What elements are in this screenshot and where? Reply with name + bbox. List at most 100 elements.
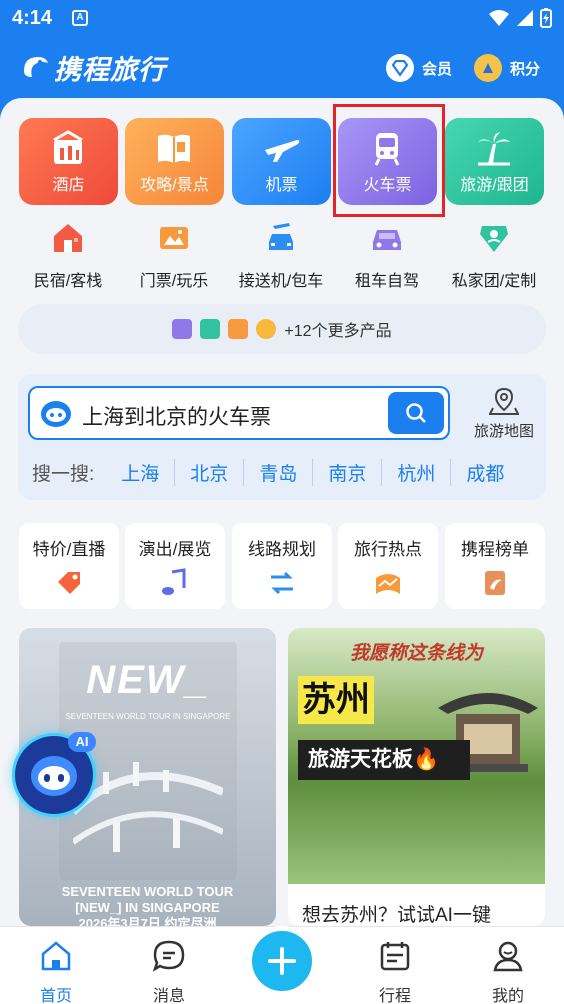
- guide-book-icon: [158, 134, 190, 163]
- plus-icon: [268, 947, 296, 975]
- tile-guide-label: 攻略/景点: [140, 177, 209, 194]
- tile-tour-label: 旅游/跟团: [460, 177, 529, 194]
- tab-profile[interactable]: 我的: [473, 939, 543, 1004]
- tab-home[interactable]: 首页: [21, 939, 91, 1004]
- hot-city-link[interactable]: 成都: [451, 459, 519, 486]
- travel-map-label: 旅游地图: [473, 423, 534, 440]
- hot-city-link[interactable]: 北京: [175, 458, 245, 486]
- ticket-icon: [160, 227, 188, 249]
- member-label: 会员: [422, 60, 453, 78]
- brand-name: 携程旅行: [54, 55, 166, 85]
- tile-guide[interactable]: 攻略/景点: [125, 118, 224, 205]
- hot-search-row: 搜一搜: 上海 北京 青岛 南京 杭州 成都: [32, 458, 542, 486]
- train-highlight-box: [333, 104, 445, 217]
- home-icon: [41, 941, 71, 971]
- feature-route-planning[interactable]: 线路规划: [232, 523, 332, 609]
- item-private-tour[interactable]: 私家团/定制: [439, 220, 549, 291]
- search-icon: [406, 403, 426, 423]
- airplane-icon: [265, 140, 300, 162]
- tile-flight-label: 机票: [265, 177, 298, 194]
- item-car-rental-label: 租车自驾: [354, 273, 419, 290]
- tab-home-label: 首页: [39, 988, 72, 1004]
- tile-hotel-label: 酒店: [52, 177, 85, 194]
- transfer-car-icon: [269, 223, 293, 250]
- ai-robot-icon: [31, 756, 77, 796]
- hot-city-link[interactable]: 上海: [106, 458, 176, 486]
- rental-car-icon: [373, 230, 401, 250]
- tile-hotel[interactable]: 酒店: [19, 118, 118, 205]
- suzhou-overlay-sub: 旅游天花板🔥: [298, 740, 470, 780]
- feature-travel-trends[interactable]: 旅行热点: [338, 523, 438, 609]
- suzhou-garden-image: 我愿称这条线为 苏州 旅游天花板🔥: [288, 628, 545, 884]
- tile-flight[interactable]: 机票: [232, 118, 331, 205]
- search-button[interactable]: [388, 392, 444, 434]
- feature-deals-live-label: 特价/直播: [32, 540, 106, 559]
- item-tickets-label: 门票/玩乐: [139, 273, 209, 290]
- hot-city-link[interactable]: 杭州: [382, 458, 452, 486]
- homestay-icon: [54, 224, 82, 252]
- tab-profile-label: 我的: [491, 988, 524, 1004]
- member-button[interactable]: 会员: [386, 54, 452, 82]
- feature-travel-trends-label: 旅行热点: [354, 540, 422, 559]
- item-homestay-label: 民宿/客栈: [33, 273, 103, 290]
- item-transfer[interactable]: 接送机/包车: [226, 220, 336, 291]
- content-card-suzhou[interactable]: 我愿称这条线为 苏州 旅游天花板🔥 想去苏州？试试AI一键: [288, 628, 545, 926]
- bag-mini-icon: [228, 319, 249, 339]
- wifi-icon: [489, 10, 509, 26]
- poster-subtitle: SEVENTEEN WORLD TOUR IN SINGAPORE: [65, 712, 231, 721]
- route-icon: [271, 571, 293, 595]
- tab-itinerary-label: 行程: [378, 988, 411, 1004]
- palm-tree-icon: [478, 132, 510, 166]
- bus-mini-icon: [172, 319, 193, 339]
- feature-shows[interactable]: 演出/展览: [125, 523, 225, 609]
- item-tickets[interactable]: 门票/玩乐: [119, 220, 229, 291]
- item-private-tour-label: 私家团/定制: [451, 273, 537, 290]
- diamond-icon: [386, 54, 414, 82]
- points-button[interactable]: 积分: [474, 54, 540, 82]
- search-input[interactable]: 上海到北京的火车票: [28, 386, 450, 440]
- poster-figures-graphic: [73, 762, 223, 852]
- feature-rankings-label: 携程榜单: [461, 540, 529, 559]
- item-homestay[interactable]: 民宿/客栈: [13, 220, 123, 291]
- create-plus-button[interactable]: [247, 926, 317, 996]
- price-tag-icon: [58, 572, 80, 594]
- tab-itinerary[interactable]: 行程: [360, 939, 430, 1004]
- feature-shows-label: 演出/展览: [138, 540, 212, 559]
- ai-bot-icon: [41, 401, 71, 427]
- trend-flag-icon: [376, 574, 400, 594]
- tab-messages[interactable]: 消息: [134, 939, 204, 1004]
- money-bag-mini-icon: [256, 319, 277, 339]
- music-note-icon: [162, 568, 186, 595]
- notification-a-icon: A: [72, 10, 88, 26]
- item-car-rental[interactable]: 租车自驾: [332, 220, 442, 291]
- ai-badge: AI: [68, 732, 96, 752]
- concert-caption-line2: [NEW_] IN SINGAPORE: [75, 900, 220, 915]
- suzhou-overlay-top: 我愿称这条线为: [349, 643, 483, 664]
- feature-route-planning-label: 线路规划: [248, 540, 316, 559]
- status-right: [488, 8, 552, 28]
- hot-search-label: 搜一搜:: [32, 463, 95, 485]
- ranking-icon: [485, 571, 505, 595]
- search-query: 上海到北京的火车票: [82, 406, 271, 429]
- concert-caption-line3: 2026年3月7日 约定尽洲: [78, 916, 217, 926]
- points-icon: [474, 54, 502, 82]
- points-label: 积分: [510, 60, 541, 78]
- message-icon: [152, 940, 185, 972]
- map-pin-icon: [489, 387, 519, 415]
- hot-city-link[interactable]: 青岛: [244, 458, 314, 486]
- more-products-bar[interactable]: +12个更多产品: [18, 304, 546, 354]
- profile-icon: [493, 941, 523, 972]
- calendar-icon: [380, 942, 410, 971]
- app-header: 携程旅行 会员 积分: [0, 40, 564, 98]
- tab-messages-label: 消息: [152, 988, 185, 1004]
- travel-map-button[interactable]: 旅游地图: [464, 386, 544, 441]
- private-tour-icon: [480, 226, 508, 252]
- search-card: 上海到北京的火车票 旅游地图 搜一搜: 上海 北京 青岛 南京 杭州 成都: [18, 374, 546, 500]
- feature-deals-live[interactable]: 特价/直播: [19, 523, 119, 609]
- status-bar: 4:14 A: [0, 0, 564, 38]
- concert-caption-line1: SEVENTEEN WORLD TOUR: [61, 884, 234, 899]
- feature-rankings[interactable]: 携程榜单: [445, 523, 545, 609]
- hot-city-link[interactable]: 南京: [313, 458, 383, 486]
- concert-caption: SEVENTEEN WORLD TOUR [NEW_] IN SINGAPORE…: [19, 884, 276, 926]
- tile-tour[interactable]: 旅游/跟团: [445, 118, 544, 205]
